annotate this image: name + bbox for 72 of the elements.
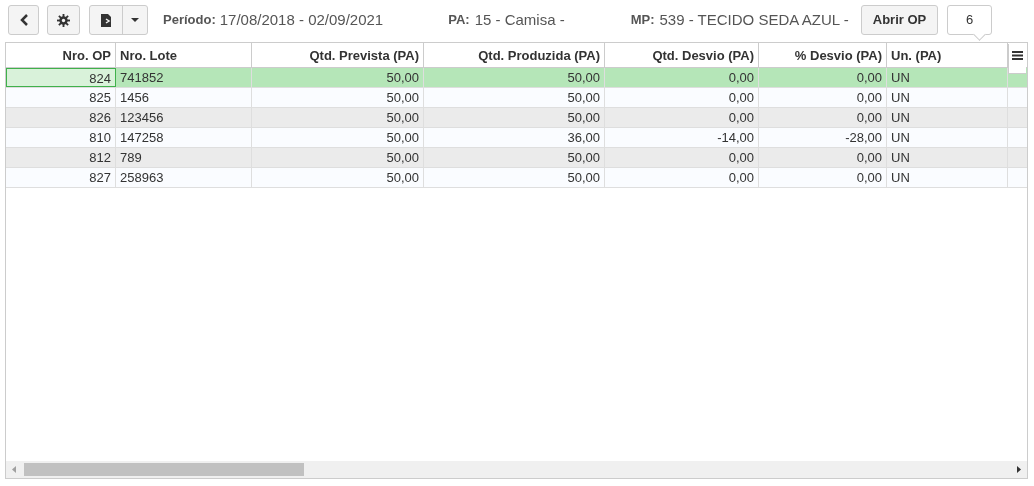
table-cell: 789 bbox=[116, 148, 252, 167]
table-cell: 827 bbox=[6, 168, 116, 187]
table-cell: 123456 bbox=[116, 108, 252, 127]
table-cell: 36,00 bbox=[424, 128, 605, 147]
table-cell: 810 bbox=[6, 128, 116, 147]
record-count: 6 bbox=[947, 5, 993, 35]
table-cell: 50,00 bbox=[252, 108, 424, 127]
table-cell: 0,00 bbox=[605, 68, 759, 87]
column-header[interactable]: Nro. Lote bbox=[116, 43, 252, 67]
table-cell: 0,00 bbox=[605, 168, 759, 187]
mp-value: 539 - TECIDO SEDA AZUL - bbox=[659, 9, 849, 30]
caret-icon bbox=[131, 18, 139, 22]
table-row[interactable]: 824 741852 50,00 50,00 0,00 0,00 UN bbox=[6, 68, 1027, 88]
column-header[interactable]: Nro. OP bbox=[6, 43, 116, 67]
column-header[interactable]: Qtd. Desvio (PA) bbox=[605, 43, 759, 67]
mp-label: MP: bbox=[630, 11, 655, 30]
settings-button[interactable] bbox=[47, 5, 80, 35]
open-button[interactable]: Abrir OP bbox=[860, 5, 939, 35]
table-cell: 50,00 bbox=[252, 68, 424, 87]
table-cell: UN bbox=[887, 108, 1008, 127]
table-cell: 50,00 bbox=[252, 88, 424, 107]
table-cell: 147258 bbox=[116, 128, 252, 147]
table-row[interactable]: 827 258963 50,00 50,00 0,00 0,00 UN bbox=[6, 168, 1027, 188]
table-row[interactable]: 812 789 50,00 50,00 0,00 0,00 UN bbox=[6, 148, 1027, 168]
table-cell: 258963 bbox=[116, 168, 252, 187]
horizontal-scrollbar[interactable] bbox=[6, 461, 1027, 478]
period-label: Período: bbox=[163, 11, 216, 30]
table-cell: 741852 bbox=[116, 68, 252, 87]
settings-icon bbox=[57, 13, 70, 27]
table-cell: -28,00 bbox=[759, 128, 887, 147]
table-cell: UN bbox=[887, 168, 1008, 187]
table-cell: 812 bbox=[6, 148, 116, 167]
table-cell: 50,00 bbox=[424, 88, 605, 107]
table-cell: 50,00 bbox=[424, 108, 605, 127]
table-cell: UN bbox=[887, 148, 1008, 167]
table-cell: 50,00 bbox=[424, 68, 605, 87]
table-row[interactable]: 826 123456 50,00 50,00 0,00 0,00 UN bbox=[6, 108, 1027, 128]
column-menu-button[interactable] bbox=[1008, 44, 1026, 74]
table-cell: 0,00 bbox=[759, 108, 887, 127]
column-header[interactable]: % Desvio (PA) bbox=[759, 43, 887, 67]
table-cell: 0,00 bbox=[759, 168, 887, 187]
table-cell: UN bbox=[887, 128, 1008, 147]
table-cell: 0,00 bbox=[605, 88, 759, 107]
table-cell: 0,00 bbox=[759, 88, 887, 107]
table-cell: 50,00 bbox=[424, 148, 605, 167]
table-cell: 825 bbox=[6, 88, 116, 107]
table-cell: 0,00 bbox=[759, 68, 887, 87]
table-cell: 0,00 bbox=[605, 148, 759, 167]
table-cell: -14,00 bbox=[605, 128, 759, 147]
back-icon bbox=[18, 13, 29, 27]
table-cell: 826 bbox=[6, 108, 116, 127]
column-header[interactable]: Qtd. Prevista (PA) bbox=[252, 43, 424, 67]
table-row[interactable]: 810 147258 50,00 36,00 -14,00 -28,00 UN bbox=[6, 128, 1027, 148]
scrollbar-thumb[interactable] bbox=[24, 463, 304, 476]
pa-value: 15 - Camisa - bbox=[474, 9, 565, 30]
document-icon bbox=[100, 13, 112, 27]
column-header[interactable]: Qtd. Produzida (PA) bbox=[424, 43, 605, 67]
table-cell: 0,00 bbox=[759, 148, 887, 167]
table-cell: 1456 bbox=[116, 88, 252, 107]
table-cell: UN bbox=[887, 88, 1008, 107]
table-cell: 50,00 bbox=[424, 168, 605, 187]
table-cell: 50,00 bbox=[252, 128, 424, 147]
period-value: 17/08/2018 - 02/09/2021 bbox=[219, 9, 384, 30]
table-cell: 50,00 bbox=[252, 168, 424, 187]
pa-label: PA: bbox=[448, 11, 470, 30]
table-cell: 0,00 bbox=[605, 108, 759, 127]
scroll-right-icon[interactable] bbox=[1017, 466, 1021, 473]
menu-icon bbox=[1012, 51, 1023, 60]
table-cell: 824 bbox=[6, 68, 116, 87]
table-cell: 50,00 bbox=[252, 148, 424, 167]
table-row[interactable]: 825 1456 50,00 50,00 0,00 0,00 UN bbox=[6, 88, 1027, 108]
back-button[interactable] bbox=[8, 5, 39, 35]
